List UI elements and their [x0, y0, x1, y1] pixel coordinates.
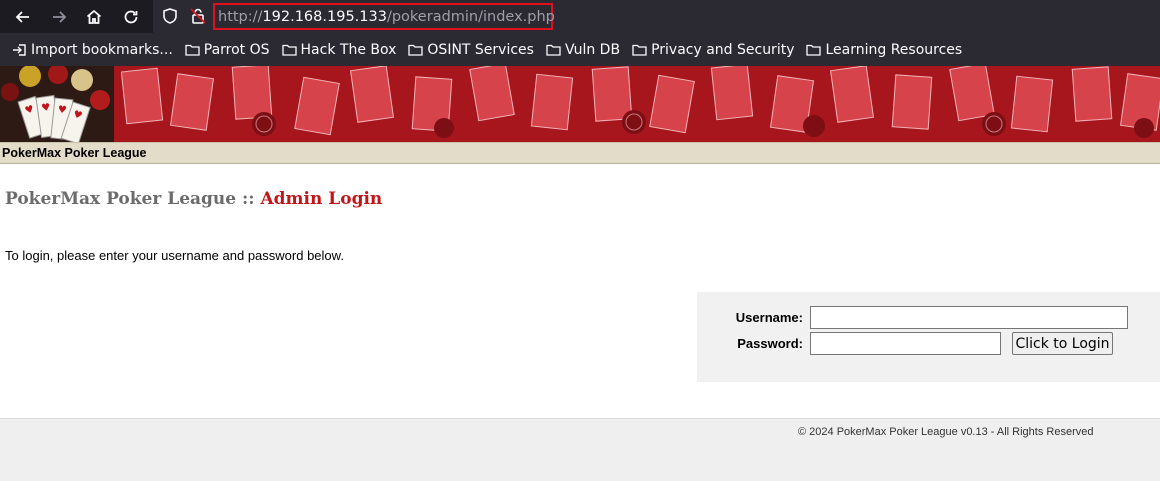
svg-text:♥: ♥	[41, 102, 51, 114]
password-label: Password:	[737, 336, 803, 351]
poker-chips-logo: ♥ ♥ ♥ ♥	[0, 66, 114, 142]
footer: © 2024 PokerMax Poker League v0.13 - All…	[0, 418, 1160, 481]
home-button[interactable]	[79, 0, 109, 33]
bookmark-learning-resources[interactable]: Learning Resources	[806, 42, 962, 58]
bookmark-label: Hack The Box	[300, 41, 397, 58]
password-input[interactable]	[810, 332, 1001, 355]
bookmark-parrot-os[interactable]: Parrot OS	[185, 42, 270, 58]
login-button[interactable]: Click to Login	[1012, 332, 1113, 355]
folder-icon	[408, 44, 424, 56]
forward-button[interactable]	[44, 0, 74, 33]
bookmark-label: OSINT Services	[427, 41, 534, 58]
site-title-bar: PokerMax Poker League	[0, 142, 1160, 164]
home-icon	[86, 9, 102, 24]
page-title-accent: Admin Login	[260, 189, 383, 209]
folder-icon	[281, 44, 297, 56]
import-icon	[13, 43, 26, 56]
header-banner: ♥ ♥ ♥ ♥	[0, 66, 1160, 142]
web-page: ♥ ♥ ♥ ♥ PokerMax Poker League PokerMax P…	[0, 66, 1160, 481]
bookmark-label: Vuln DB	[564, 41, 621, 58]
bookmarks-bar: Import bookmarks... Parrot OS Hack The B…	[0, 33, 1160, 66]
address-bar[interactable]: http://192.168.195.133/pokeradmin/index.…	[153, 0, 1160, 33]
svg-text:♥: ♥	[57, 104, 67, 116]
arrow-left-icon	[15, 10, 29, 23]
bookmark-label: Learning Resources	[825, 41, 963, 58]
folder-icon	[185, 44, 200, 56]
arrow-right-icon	[53, 10, 67, 23]
folder-icon	[632, 44, 647, 56]
login-instructions: To login, please enter your username and…	[5, 248, 344, 263]
copyright-text: © 2024 PokerMax Poker League v0.13 - All…	[798, 426, 1094, 438]
bookmark-import[interactable]: Import bookmarks...	[12, 42, 173, 58]
page-title-prefix: PokerMax Poker League ::	[5, 189, 261, 209]
folder-icon	[806, 44, 822, 56]
bookmark-label: Import bookmarks...	[31, 41, 173, 58]
browser-toolbar: http://192.168.195.133/pokeradmin/index.…	[0, 0, 1160, 33]
bookmark-osint-services[interactable]: OSINT Services	[408, 42, 534, 58]
username-input[interactable]	[810, 306, 1128, 329]
page-title: PokerMax Poker League :: Admin Login	[5, 189, 382, 209]
shield-icon[interactable]	[161, 7, 179, 25]
bookmark-vuln-db[interactable]: Vuln DB	[546, 42, 620, 58]
bookmark-privacy-security[interactable]: Privacy and Security	[632, 42, 794, 58]
bookmark-label: Privacy and Security	[651, 41, 795, 58]
insecure-lock-icon[interactable]	[189, 7, 207, 25]
bookmark-hack-the-box[interactable]: Hack The Box	[281, 41, 397, 58]
url-scheme: http://	[218, 8, 263, 25]
bookmark-label: Parrot OS	[203, 41, 270, 58]
folder-icon	[546, 44, 561, 56]
back-button[interactable]	[8, 0, 38, 33]
url-text[interactable]: http://192.168.195.133/pokeradmin/index.…	[213, 3, 555, 30]
url-path: /pokeradmin/index.php	[386, 8, 555, 25]
username-label: Username:	[735, 310, 803, 325]
reload-icon	[124, 10, 138, 23]
playing-cards-pattern	[114, 66, 1160, 142]
url-host: 192.168.195.133	[262, 8, 387, 25]
login-form: Username: Password: Click to Login	[697, 292, 1160, 382]
reload-button[interactable]	[116, 0, 146, 33]
